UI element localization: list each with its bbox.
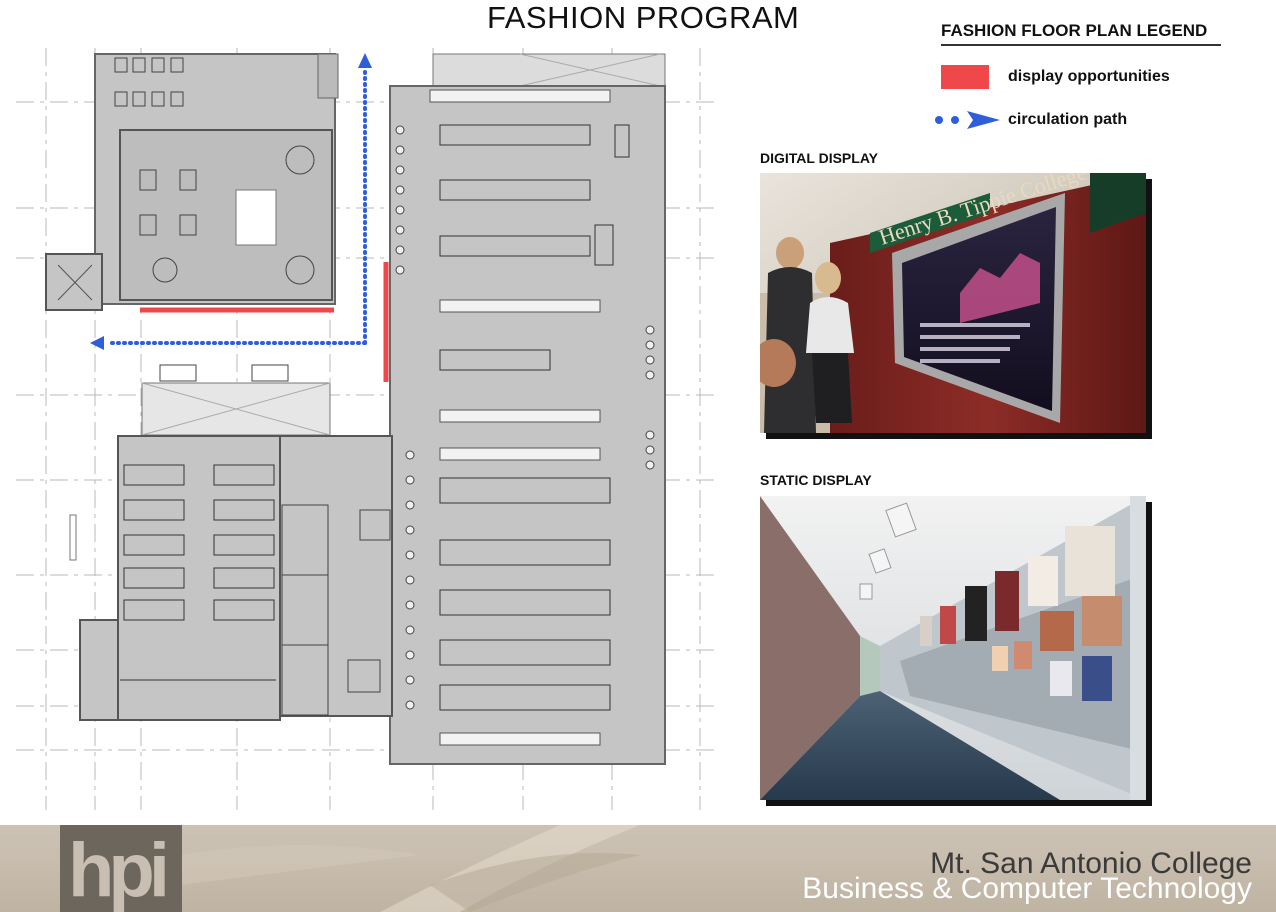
- static-display-photo: [760, 496, 1146, 800]
- legend-label: display opportunities: [1008, 68, 1170, 85]
- digital-display-photo: Henry B. Tippie College of Bu: [760, 173, 1146, 433]
- hpi-logo: hpi: [60, 825, 182, 912]
- page-title: FASHION PROGRAM: [487, 0, 800, 35]
- legend-label: circulation path: [1008, 111, 1128, 128]
- department-name: Business & Computer Technology: [802, 872, 1252, 905]
- digital-display-label: DIGITAL DISPLAY: [760, 150, 878, 166]
- static-display-label: STATIC DISPLAY: [760, 472, 872, 488]
- red-swatch-icon: [941, 65, 989, 89]
- legend-item-circulation: circulation path: [930, 107, 1230, 133]
- circulation-arrow-icon: [935, 111, 1000, 129]
- legend-title: FASHION FLOOR PLAN LEGEND: [941, 21, 1221, 46]
- hpi-logo-text: hpi: [68, 828, 170, 912]
- legend-item-display: display opportunities: [930, 64, 1230, 90]
- floor-plan: [16, 48, 715, 810]
- footer-banner: hpi Mt. San Antonio College Business & C…: [0, 825, 1276, 912]
